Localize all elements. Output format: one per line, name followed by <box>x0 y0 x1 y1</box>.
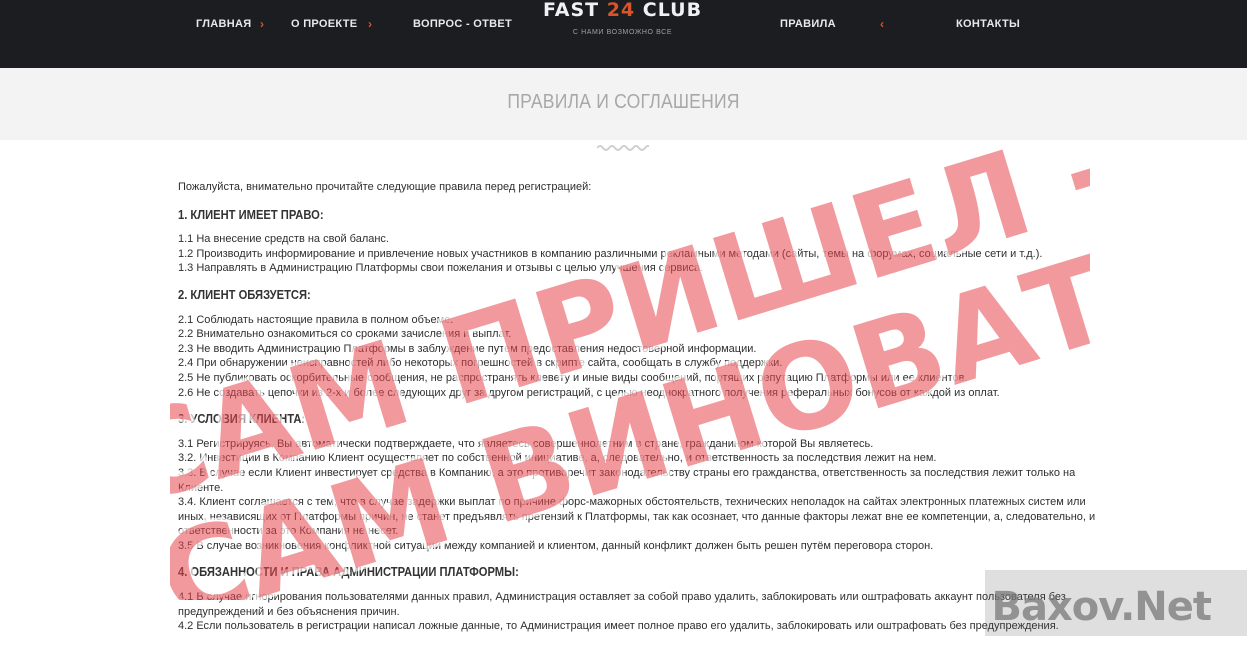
rule-item: 3.1 Регистрируясь, Вы автоматически подт… <box>178 437 874 450</box>
site-logo[interactable]: FAST 24 CLUB С НАМИ ВОЗМОЖНО ВСЕ <box>520 0 725 74</box>
rules-content: Пожалуйста, внимательно прочитайте следу… <box>178 180 1108 646</box>
wave-divider-icon <box>597 145 649 151</box>
section-heading: 1. КЛИЕНТ ИМЕЕТ ПРАВО: <box>178 206 324 222</box>
section-heading: 4. ОБЯЗАННОСТИ И ПРАВА АДМИНИСТРАЦИИ ПЛА… <box>178 564 519 580</box>
rule-item: 1.1 На внесение средств на свой баланс. <box>178 233 389 246</box>
rule-item: 4.1 В случае игнорирования пользователям… <box>178 591 1066 618</box>
nav-home-link[interactable]: ГЛАВНАЯ <box>196 18 251 30</box>
nav-contacts-link[interactable]: КОНТАКТЫ <box>956 18 1020 30</box>
nav-rules-link[interactable]: ПРАВИЛА <box>780 18 836 30</box>
rule-item: 2.3 Не вводить Администрацию Платформы в… <box>178 342 757 355</box>
section-admin-duties: 4. ОБЯЗАННОСТИ И ПРАВА АДМИНИСТРАЦИИ ПЛА… <box>178 565 1108 633</box>
nav-faq-link[interactable]: ВОПРОС - ОТВЕТ <box>413 18 512 30</box>
rule-item: 2.2 Внимательно ознакомиться со сроками … <box>178 328 512 341</box>
rule-item: 2.6 Не создавать цепочки из 2-х и более … <box>178 386 1000 399</box>
rule-item: 4.2 Если пользователь в регистрации напи… <box>178 620 1059 633</box>
nav-about-link[interactable]: О ПРОЕКТЕ <box>291 18 357 30</box>
page-title: ПРАВИЛА И СОГЛАШЕНИЯ <box>507 91 740 113</box>
nav-separator-icon: › <box>368 17 372 31</box>
rule-item: 2.5 Не публиковать оскорбительные сообще… <box>178 371 968 384</box>
section-client-obligations: 2. КЛИЕНТ ОБЯЗУЕТСЯ: 2.1 Соблюдать насто… <box>178 286 1108 400</box>
rule-item: 2.1 Соблюдать настоящие правила в полном… <box>178 313 454 326</box>
rule-item: 3.3. В случае если Клиент инвестирует ср… <box>178 466 1076 494</box>
section-heading: 2. КЛИЕНТ ОБЯЗУЕТСЯ: <box>178 286 311 302</box>
rule-item: 3.5 В случае возникновения конфликтной с… <box>178 539 934 552</box>
rule-item: 3.2. Инвестиции в Компанию Клиент осущес… <box>178 452 937 465</box>
rule-item: 1.3 Направлять в Администрацию Платформы… <box>178 262 704 275</box>
nav-separator-icon: › <box>260 17 264 31</box>
rule-item: 3.4. Клиент соглашается с тем, что в слу… <box>178 496 1096 538</box>
nav-separator-icon: ‹ <box>880 17 884 31</box>
section-client-conditions: 3. УСЛОВИЯ КЛИЕНТА: 3.1 Регистрируясь, В… <box>178 412 1108 553</box>
rule-item: 1.2 Производить информирование и привлеч… <box>178 247 1043 260</box>
logo-tagline: С НАМИ ВОЗМОЖНО ВСЕ <box>572 29 673 36</box>
intro-text: Пожалуйста, внимательно прочитайте следу… <box>178 181 592 193</box>
corner-watermark-text: Baxov.Net <box>991 584 1212 630</box>
section-heading: 3. УСЛОВИЯ КЛИЕНТА: <box>178 411 306 427</box>
section-client-rights: 1. КЛИЕНТ ИМЕЕТ ПРАВО: 1.1 На внесение с… <box>178 206 1108 276</box>
rule-item: 2.4 При обнаружении неисправностей либо … <box>178 357 783 370</box>
logo-text: FAST 24 CLUB <box>542 0 703 21</box>
